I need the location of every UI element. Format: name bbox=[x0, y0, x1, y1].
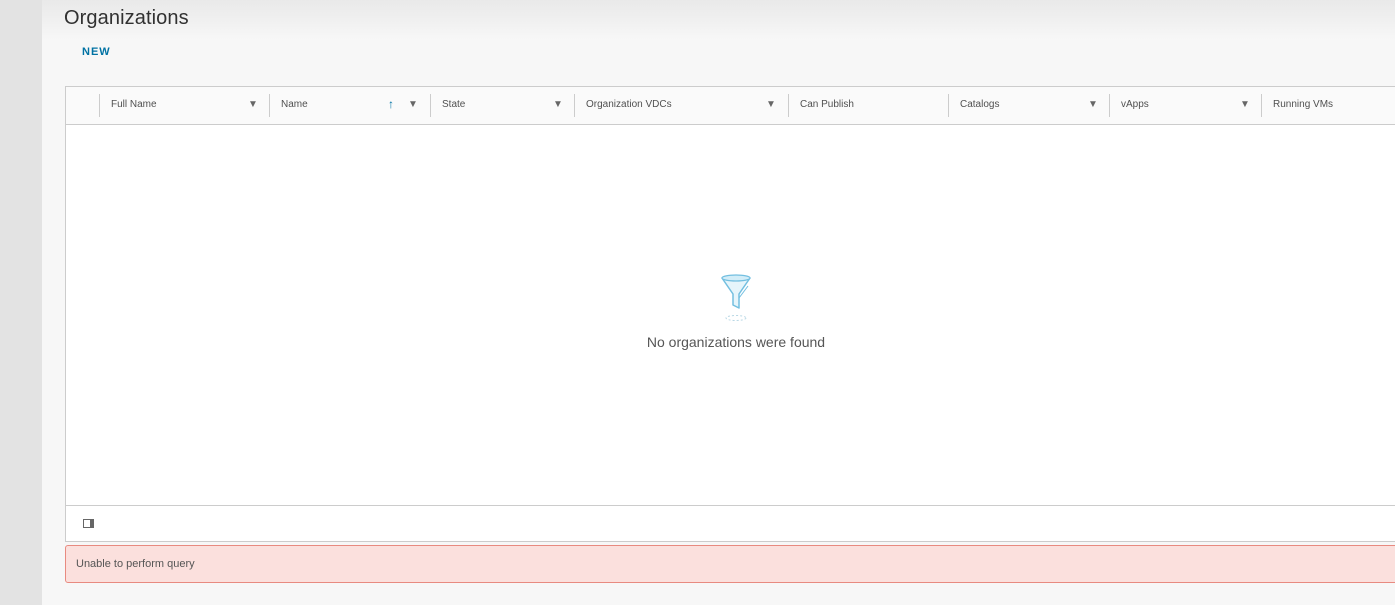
column-separator bbox=[788, 94, 789, 117]
empty-filter-icon bbox=[721, 274, 751, 321]
left-rail bbox=[0, 0, 42, 605]
column-vapps[interactable]: vApps ▼︎ bbox=[1109, 87, 1261, 124]
column-toggle-icon[interactable] bbox=[83, 519, 94, 528]
column-separator bbox=[430, 94, 431, 117]
column-label: Organization VDCs bbox=[586, 99, 672, 110]
column-label: State bbox=[442, 99, 466, 110]
column-organization-vdcs[interactable]: Organization VDCs ▼︎ bbox=[574, 87, 788, 124]
column-separator bbox=[948, 94, 949, 117]
column-separator bbox=[269, 94, 270, 117]
filter-icon[interactable]: ▼︎ bbox=[553, 99, 563, 110]
organizations-grid: Full Name ▼︎ Name ↑ ▼︎ State ▼︎ Organiza… bbox=[65, 86, 1395, 542]
filter-icon[interactable]: ▼︎ bbox=[408, 99, 418, 110]
column-can-publish[interactable]: Can Publish bbox=[788, 87, 948, 124]
empty-state: No organizations were found bbox=[66, 272, 1395, 350]
grid-footer bbox=[66, 505, 1395, 541]
alert-message: Unable to perform query bbox=[76, 558, 195, 570]
filter-icon[interactable]: ▼︎ bbox=[1088, 99, 1098, 110]
column-running-vms[interactable]: Running VMs bbox=[1261, 87, 1395, 124]
column-label: Name bbox=[281, 99, 308, 110]
filter-icon[interactable]: ▼︎ bbox=[1240, 99, 1250, 110]
column-label: Running VMs bbox=[1273, 99, 1334, 110]
filter-icon[interactable]: ▼︎ bbox=[248, 99, 258, 110]
column-separator bbox=[574, 94, 575, 117]
new-button[interactable]: NEW bbox=[82, 46, 111, 58]
column-separator bbox=[99, 94, 100, 117]
column-label: Catalogs bbox=[960, 99, 1000, 110]
grid-header: Full Name ▼︎ Name ↑ ▼︎ State ▼︎ Organiza… bbox=[66, 87, 1395, 125]
column-label: Full Name bbox=[111, 99, 157, 110]
column-separator bbox=[1261, 94, 1262, 117]
error-alert: Unable to perform query bbox=[65, 545, 1395, 583]
header-shade bbox=[42, 0, 1395, 40]
column-state[interactable]: State ▼︎ bbox=[430, 87, 574, 124]
sort-ascending-icon[interactable]: ↑ bbox=[388, 97, 394, 111]
column-separator bbox=[1109, 94, 1110, 117]
column-catalogs[interactable]: Catalogs ▼︎ bbox=[948, 87, 1109, 124]
column-full-name[interactable]: Full Name ▼︎ bbox=[99, 87, 269, 124]
main-content: Organizations NEW Full Name ▼︎ Name ↑ ▼︎… bbox=[42, 0, 1395, 605]
filter-icon[interactable]: ▼︎ bbox=[766, 99, 776, 110]
column-label: vApps bbox=[1121, 99, 1149, 110]
column-name[interactable]: Name ↑ ▼︎ bbox=[269, 87, 430, 124]
column-label: Can Publish bbox=[800, 99, 854, 110]
empty-message: No organizations were found bbox=[646, 334, 826, 350]
page-title: Organizations bbox=[64, 7, 189, 29]
